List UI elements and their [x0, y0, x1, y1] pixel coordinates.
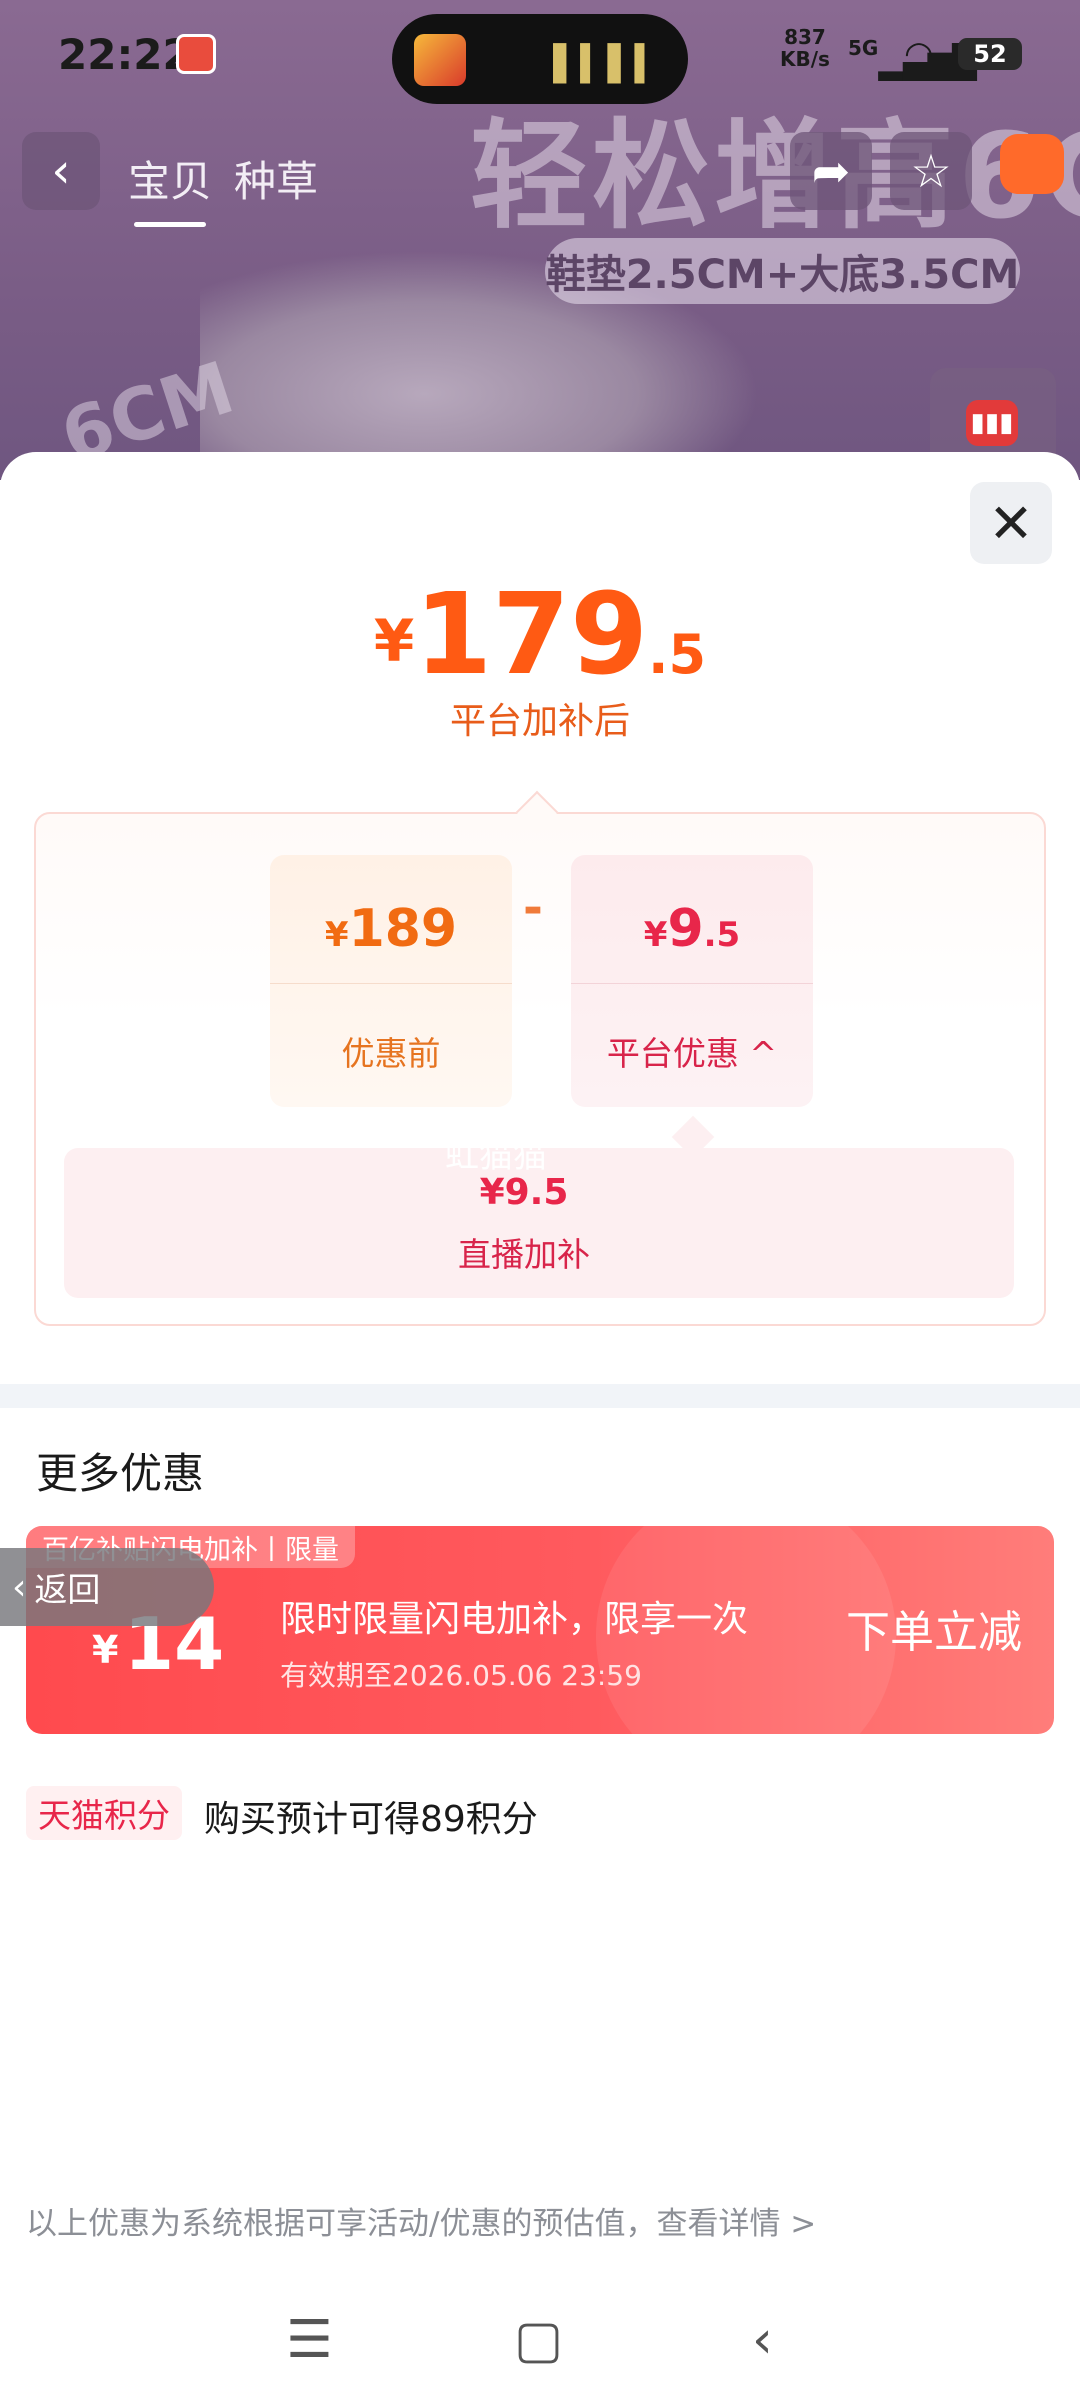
coupon-description: 限时限量闪电加补，限享一次 — [280, 1599, 749, 1640]
network-type: 5G — [848, 36, 879, 60]
live-subsidy-label: 直播加补 — [458, 1235, 590, 1274]
home-icon[interactable]: ▢ — [514, 2310, 563, 2370]
dynamic-island[interactable]: ▌▍▌▍ — [392, 14, 688, 104]
card-divider — [270, 983, 512, 984]
net-speed: 837 KB/s — [780, 26, 830, 70]
coupon-expiry: 有效期至2026.05.06 23:59 — [280, 1659, 642, 1692]
share-icon[interactable]: ➦ — [790, 132, 872, 210]
coupon-currency: ¥ — [92, 1628, 119, 1672]
platform-discount-label: 平台优惠 ^ — [571, 1027, 813, 1075]
menu-icon[interactable]: ☰ — [286, 2310, 333, 2370]
close-icon[interactable]: ✕ — [970, 482, 1052, 564]
tab-baobei[interactable]: 宝贝 — [128, 148, 212, 227]
star-icon[interactable]: ☆ — [890, 132, 972, 210]
notification-app-icon — [176, 34, 216, 74]
section-divider — [0, 1384, 1080, 1408]
final-price: ¥179.5 — [0, 570, 1080, 700]
order-reduce-button[interactable]: 下单立减 — [846, 1596, 1022, 1660]
back-arrow-icon[interactable]: ‹ — [22, 132, 100, 210]
platform-discount-label-text: 平台优惠 — [606, 1034, 739, 1073]
tmall-points-tag: 天猫积分 — [26, 1786, 182, 1840]
price-before-value: ¥189 — [270, 899, 512, 959]
chat-icon[interactable] — [1000, 134, 1064, 194]
audio-wave-icon: ▌▍▌▍ — [553, 44, 662, 84]
platform-discount-decimal: .5 — [703, 915, 741, 955]
final-price-decimal: .5 — [648, 623, 707, 686]
battery-icon: 52 — [958, 38, 1022, 70]
chevron-left-icon: ‹ — [12, 1566, 27, 1608]
status-time: 22:22 — [58, 30, 192, 79]
price-before-number: 189 — [348, 899, 458, 959]
price-before-label: 优惠前 — [341, 1034, 441, 1073]
more-discounts-title: 更多优惠 — [36, 1449, 205, 1498]
platform-discount-card[interactable]: ¥9.5 平台优惠 ^ — [571, 855, 813, 1107]
price-before-card: ¥189 优惠前 — [270, 855, 512, 1107]
net-speed-value: 837 — [784, 25, 826, 49]
return-label: 返回 — [34, 1570, 101, 1609]
platform-discount-value: ¥9.5 — [571, 899, 813, 959]
final-price-currency: ¥ — [373, 607, 415, 675]
tab-zhongcao[interactable]: 种草 — [234, 148, 318, 209]
platform-discount-currency: ¥ — [643, 915, 668, 955]
live-watermark: 虹猫猫 — [445, 1136, 547, 1176]
net-speed-unit: KB/s — [780, 47, 830, 71]
discount-sheet — [0, 452, 1080, 2400]
card-divider — [571, 983, 813, 984]
product-slogan: 轻松增高6CM — [470, 107, 1080, 245]
final-price-integer: 179 — [414, 570, 649, 700]
disclaimer-link[interactable]: 以上优惠为系统根据可享活动/优惠的预估值，查看详情 > — [26, 2198, 816, 2243]
price-before-currency: ¥ — [324, 915, 349, 955]
platform-discount-integer: 9 — [667, 899, 704, 959]
back-icon[interactable]: ‹ — [752, 2310, 773, 2370]
chevron-up-icon: ^ — [749, 1034, 778, 1073]
wifi-icon: ◠ — [904, 34, 934, 74]
live-subsidy-value: ¥9.5 — [479, 1172, 569, 1213]
live-bars-icon: ▮▮▮ — [966, 400, 1018, 446]
product-spec-pill: 鞋垫2.5CM+大底3.5CM — [545, 238, 1020, 304]
island-app-icon — [414, 34, 466, 86]
final-price-label: 平台加补后 — [449, 701, 630, 742]
status-bar: 22:22 ▌▍▌▍ 837 KB/s 5G▂▄▆█ ◠ 52 — [0, 0, 1080, 105]
system-nav-bar: ☰ ▢ ‹ — [0, 2300, 1080, 2400]
return-button[interactable]: ‹ 返回 — [0, 1548, 214, 1626]
points-estimate: 购买预计可得89积分 — [204, 1799, 538, 1840]
minus-operator: - — [523, 880, 543, 936]
